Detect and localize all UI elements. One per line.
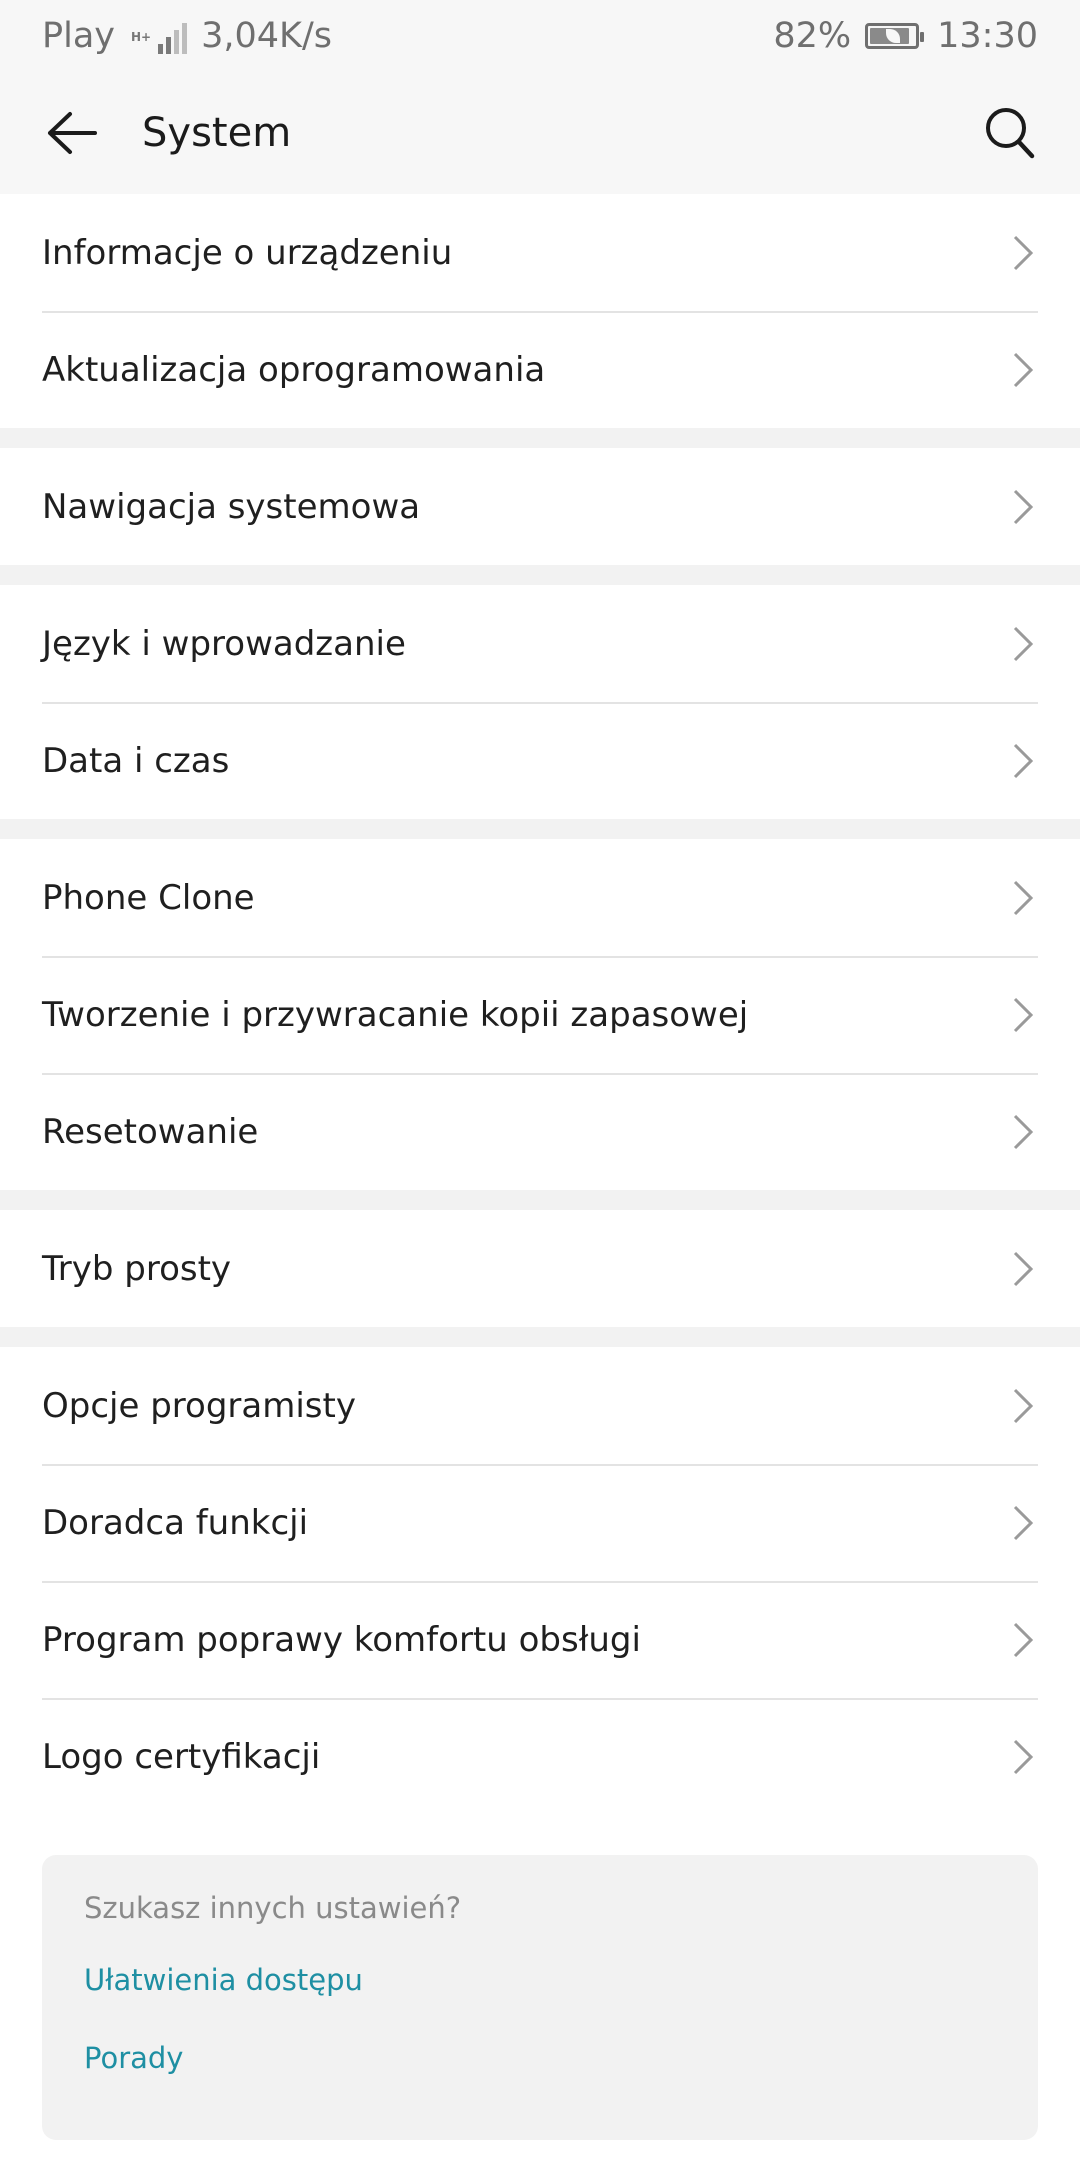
- settings-item-label: Tryb prosty: [42, 1248, 232, 1289]
- settings-item-label: Język i wprowadzanie: [42, 623, 406, 664]
- chevron-right-icon: [1008, 624, 1038, 664]
- clock: 13:30: [937, 16, 1038, 56]
- chevron-right-icon: [1008, 1249, 1038, 1289]
- settings-screen: Play H+ 3,04K/s 82% 13:30 System Informa…: [0, 0, 1080, 2160]
- settings-item-label: Phone Clone: [42, 877, 255, 918]
- chevron-right-icon: [1008, 1503, 1038, 1543]
- suggestions-card: Szukasz innych ustawień? Ułatwienia dost…: [42, 1855, 1038, 2140]
- signal-icon: H+: [131, 18, 188, 54]
- settings-item-label: Data i czas: [42, 740, 230, 781]
- battery-icon: [865, 23, 925, 49]
- chevron-right-icon: [1008, 1112, 1038, 1152]
- settings-group-language: Język i wprowadzanie Data i czas: [0, 585, 1080, 819]
- settings-item-date-time[interactable]: Data i czas: [0, 702, 1080, 819]
- settings-item-feature-advisor[interactable]: Doradca funkcji: [0, 1464, 1080, 1581]
- chevron-right-icon: [1008, 487, 1038, 527]
- settings-item-label: Nawigacja systemowa: [42, 486, 421, 527]
- settings-item-label: Resetowanie: [42, 1111, 259, 1152]
- settings-item-label: Logo certyfikacji: [42, 1736, 321, 1777]
- suggestions-section: Szukasz innych ustawień? Ułatwienia dost…: [0, 1815, 1080, 2160]
- data-speed: 3,04K/s: [201, 16, 333, 56]
- settings-item-label: Opcje programisty: [42, 1385, 356, 1426]
- settings-item-simple-mode[interactable]: Tryb prosty: [0, 1210, 1080, 1327]
- settings-item-label: Doradca funkcji: [42, 1502, 309, 1543]
- arrow-left-icon: [48, 112, 97, 154]
- chevron-right-icon: [1008, 1386, 1038, 1426]
- settings-item-phone-clone[interactable]: Phone Clone: [0, 839, 1080, 956]
- settings-group-backup: Phone Clone Tworzenie i przywracanie kop…: [0, 839, 1080, 1190]
- search-icon: [986, 108, 1035, 159]
- settings-item-reset[interactable]: Resetowanie: [0, 1073, 1080, 1190]
- chevron-right-icon: [1008, 995, 1038, 1035]
- settings-item-user-experience-program[interactable]: Program poprawy komfortu obsługi: [0, 1581, 1080, 1698]
- suggestion-link-tips[interactable]: Porady: [84, 2041, 996, 2075]
- settings-item-software-update[interactable]: Aktualizacja oprogramowania: [0, 311, 1080, 428]
- chevron-right-icon: [1008, 741, 1038, 781]
- chevron-right-icon: [1008, 1620, 1038, 1660]
- suggestion-link-accessibility[interactable]: Ułatwienia dostępu: [84, 1963, 996, 1997]
- settings-group-navigation: Nawigacja systemowa: [0, 448, 1080, 565]
- chevron-right-icon: [1008, 233, 1038, 273]
- suggestions-title: Szukasz innych ustawień?: [84, 1891, 462, 1925]
- settings-item-language-input[interactable]: Język i wprowadzanie: [0, 585, 1080, 702]
- status-left: Play H+ 3,04K/s: [42, 16, 332, 56]
- settings-item-system-navigation[interactable]: Nawigacja systemowa: [0, 448, 1080, 565]
- chevron-right-icon: [1008, 350, 1038, 390]
- app-bar: System: [0, 72, 1080, 194]
- chevron-right-icon: [1008, 1737, 1038, 1777]
- page-title: System: [142, 110, 292, 156]
- search-button[interactable]: [978, 101, 1042, 165]
- settings-item-label: Aktualizacja oprogramowania: [42, 349, 546, 390]
- settings-item-certification-logo[interactable]: Logo certyfikacji: [0, 1698, 1080, 1815]
- battery-percent: 82%: [773, 16, 852, 56]
- settings-item-label: Informacje o urządzeniu: [42, 232, 453, 273]
- settings-group-developer: Opcje programisty Doradca funkcji Progra…: [0, 1347, 1080, 1815]
- settings-item-backup-restore[interactable]: Tworzenie i przywracanie kopii zapasowej: [0, 956, 1080, 1073]
- carrier-name: Play: [42, 16, 115, 56]
- settings-item-label: Program poprawy komfortu obsługi: [42, 1619, 641, 1660]
- status-right: 82% 13:30: [773, 16, 1038, 56]
- settings-item-label: Tworzenie i przywracanie kopii zapasowej: [42, 994, 749, 1035]
- settings-item-developer-options[interactable]: Opcje programisty: [0, 1347, 1080, 1464]
- settings-item-device-info[interactable]: Informacje o urządzeniu: [0, 194, 1080, 311]
- network-type: H+: [131, 30, 152, 44]
- status-bar: Play H+ 3,04K/s 82% 13:30: [0, 0, 1080, 72]
- settings-group-simple-mode: Tryb prosty: [0, 1210, 1080, 1327]
- chevron-right-icon: [1008, 878, 1038, 918]
- settings-group-device: Informacje o urządzeniu Aktualizacja opr…: [0, 194, 1080, 428]
- back-button[interactable]: [42, 103, 102, 163]
